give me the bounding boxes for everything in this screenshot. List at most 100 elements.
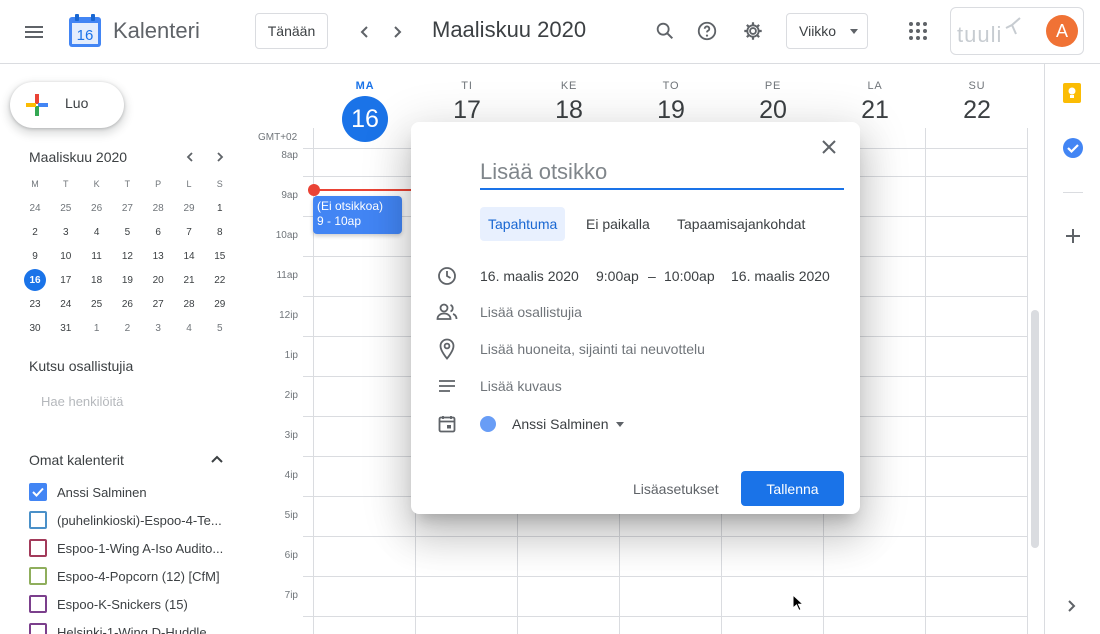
day-header[interactable]: LA 21 (824, 80, 926, 125)
day-number[interactable]: 18 (518, 96, 620, 125)
mini-calendar-next-button[interactable] (211, 148, 229, 166)
mini-calendar-day[interactable]: 22 (205, 268, 235, 292)
calendar-list-item[interactable]: (puhelinkioski)-Espoo-4-Te... (29, 508, 244, 532)
mini-calendar-day[interactable]: 14 (174, 244, 204, 268)
apps-grid-icon[interactable] (905, 18, 931, 44)
calendar-list-item[interactable]: Espoo-K-Snickers (15) (29, 592, 244, 616)
mini-calendar-day[interactable]: 2 (112, 316, 142, 340)
mini-calendar-day[interactable]: 18 (82, 268, 112, 292)
day-header[interactable]: SU 22 (926, 80, 1028, 125)
add-description-field[interactable]: Lisää kuvaus (480, 378, 562, 394)
mini-calendar-day[interactable]: 28 (143, 196, 173, 220)
today-button[interactable]: Tänään (255, 13, 328, 49)
day-header[interactable]: KE 18 (518, 80, 620, 125)
calendar-checkbox[interactable] (29, 511, 47, 529)
view-selector[interactable]: Viikko (786, 13, 868, 49)
mini-calendar-day[interactable]: 4 (82, 220, 112, 244)
tab-appointment-slots[interactable]: Tapaamisajankohdat (669, 207, 813, 241)
mini-calendar-day[interactable]: 11 (82, 244, 112, 268)
day-number[interactable]: 17 (416, 96, 518, 125)
calendar-list-item[interactable]: Helsinki-1-Wing D-Huddle... (29, 620, 244, 634)
calendar-checkbox[interactable] (29, 623, 47, 634)
mini-calendar-day[interactable]: 10 (51, 244, 81, 268)
calendar-checkbox[interactable] (29, 539, 47, 557)
mini-calendar-day[interactable]: 15 (205, 244, 235, 268)
mini-calendar-day[interactable]: 19 (112, 268, 142, 292)
mini-calendar-day[interactable]: 1 (205, 196, 235, 220)
calendar-owner-select[interactable]: Anssi Salminen (512, 416, 609, 432)
mini-calendar-day[interactable]: 27 (143, 292, 173, 316)
mini-calendar-day[interactable]: 29 (205, 292, 235, 316)
add-guests-field[interactable]: Lisää osallistujia (480, 304, 582, 320)
previous-week-button[interactable] (351, 18, 379, 46)
mini-calendar-day[interactable]: 1 (82, 316, 112, 340)
mini-calendar-day[interactable]: 26 (112, 292, 142, 316)
mini-calendar-day[interactable]: 5 (112, 220, 142, 244)
mini-calendar-day[interactable]: 23 (20, 292, 50, 316)
keep-notes-icon[interactable] (1062, 82, 1082, 104)
mini-calendar-day[interactable]: 31 (51, 316, 81, 340)
mini-calendar-day[interactable]: 17 (51, 268, 81, 292)
start-time[interactable]: 9:00ap (596, 268, 639, 284)
mini-calendar-day[interactable]: 2 (20, 220, 50, 244)
start-date[interactable]: 16. maalis 2020 (480, 268, 579, 284)
mini-calendar-day[interactable]: 28 (174, 292, 204, 316)
mini-calendar-day[interactable]: 12 (112, 244, 142, 268)
mini-calendar-day[interactable]: 21 (174, 268, 204, 292)
save-button[interactable]: Tallenna (741, 471, 844, 506)
grid-scrollbar[interactable] (1031, 310, 1039, 548)
day-number[interactable]: 20 (722, 96, 824, 125)
mini-calendar-day[interactable]: 9 (20, 244, 50, 268)
settings-gear-icon[interactable] (740, 18, 766, 44)
search-people-input[interactable]: Hae henkilöitä (41, 394, 123, 409)
calendar-list-item[interactable]: Anssi Salminen (29, 480, 244, 504)
mini-calendar-today[interactable]: 16 (20, 268, 50, 292)
tab-out-of-office[interactable]: Ei paikalla (578, 207, 658, 241)
calendar-checkbox[interactable] (29, 567, 47, 585)
mini-calendar-day[interactable]: 3 (143, 316, 173, 340)
calendar-checkbox[interactable] (29, 595, 47, 613)
add-addon-plus-icon[interactable] (1064, 227, 1082, 245)
mini-calendar-day[interactable]: 5 (205, 316, 235, 340)
next-week-button[interactable] (383, 18, 411, 46)
tab-event[interactable]: Tapahtuma (480, 207, 566, 241)
main-menu-icon[interactable] (22, 20, 46, 44)
end-time[interactable]: 10:00ap (664, 268, 715, 284)
mini-calendar-day[interactable]: 25 (51, 196, 81, 220)
mini-calendar-day[interactable]: 24 (20, 196, 50, 220)
day-header[interactable]: TO 19 (620, 80, 722, 125)
day-header[interactable]: PE 20 (722, 80, 824, 125)
add-location-field[interactable]: Lisää huoneita, sijainti tai neuvottelu (480, 341, 705, 357)
tasks-icon[interactable] (1062, 137, 1084, 159)
day-number[interactable]: 22 (926, 96, 1028, 125)
calendar-list-item[interactable]: Espoo-1-Wing A-Iso Audito... (29, 536, 244, 560)
mini-calendar-day[interactable]: 4 (174, 316, 204, 340)
mini-calendar-day[interactable]: 30 (20, 316, 50, 340)
help-icon[interactable] (694, 18, 720, 44)
mini-calendar-day[interactable]: 3 (51, 220, 81, 244)
more-options-button[interactable]: Lisäasetukset (624, 472, 728, 506)
mini-calendar-day[interactable]: 27 (112, 196, 142, 220)
caret-down-icon[interactable] (616, 422, 624, 427)
account-avatar[interactable]: A (1046, 15, 1078, 47)
mini-calendar-day[interactable]: 13 (143, 244, 173, 268)
mini-calendar-day[interactable]: 24 (51, 292, 81, 316)
mini-calendar-day[interactable]: 25 (82, 292, 112, 316)
day-header[interactable]: TI 17 (416, 80, 518, 125)
draft-event-chip[interactable]: (Ei otsikkoa) 9 - 10ap (313, 196, 402, 234)
event-title-input[interactable] (480, 156, 844, 190)
search-icon[interactable] (652, 18, 678, 44)
calendar-list-item[interactable]: Espoo-4-Popcorn (12) [CfM] (29, 564, 244, 588)
mini-calendar-day[interactable]: 26 (82, 196, 112, 220)
end-date[interactable]: 16. maalis 2020 (731, 268, 830, 284)
mini-calendar-day[interactable]: 6 (143, 220, 173, 244)
day-number[interactable]: 19 (620, 96, 722, 125)
mini-calendar-day[interactable]: 7 (174, 220, 204, 244)
mini-calendar-day[interactable]: 29 (174, 196, 204, 220)
mini-calendar-day[interactable]: 8 (205, 220, 235, 244)
today-day-number[interactable]: 16 (342, 96, 388, 142)
chevron-up-icon[interactable] (209, 452, 225, 468)
expand-panel-chevron-icon[interactable] (1066, 599, 1078, 613)
day-header[interactable]: MA (314, 80, 416, 92)
calendar-checkbox[interactable] (29, 483, 47, 501)
